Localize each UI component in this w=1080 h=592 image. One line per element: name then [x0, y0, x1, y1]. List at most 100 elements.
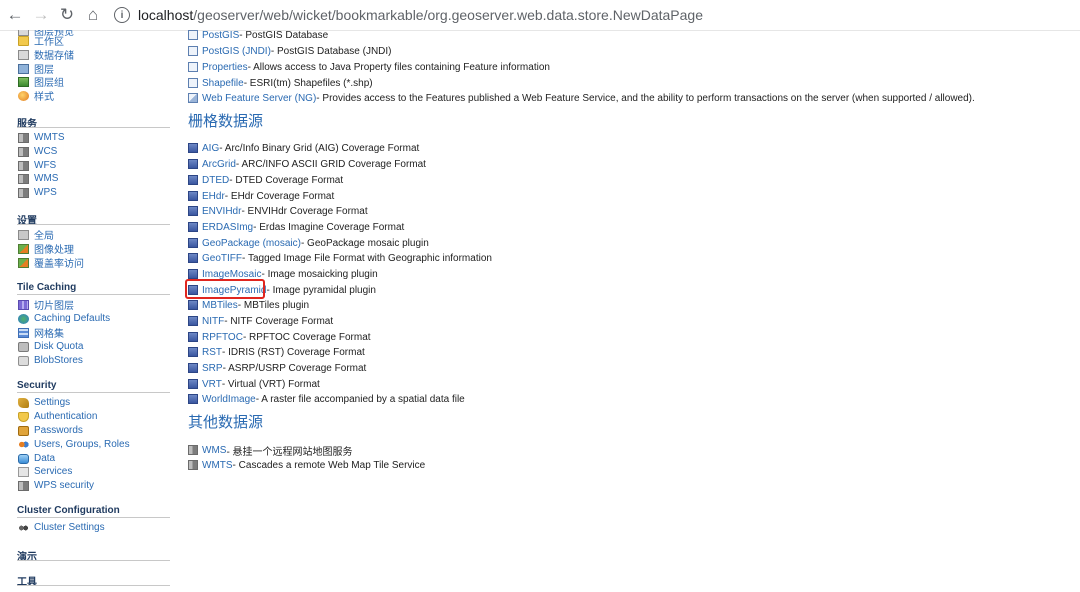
store-link-wmts[interactable]: WMTS	[202, 460, 233, 471]
list-item: EHdr - EHdr Coverage Format	[188, 189, 334, 203]
sidebar-item-stores[interactable]: 数据存储	[18, 48, 74, 62]
users-icon	[18, 439, 29, 450]
browser-toolbar: ← → ↻ ⌂ i localhost/geoserver/web/wicket…	[0, 0, 1080, 31]
store-link-aig[interactable]: AIG	[202, 143, 219, 154]
sidebar-item-image-processing[interactable]: 图像处理	[18, 242, 74, 256]
sidebar-item-tile-layers[interactable]: 切片图层	[18, 298, 74, 312]
data-security-icon	[18, 453, 29, 464]
raster-store-icon	[188, 394, 198, 404]
sidebar-item-workspaces[interactable]: 工作区	[18, 34, 64, 48]
store-icon	[18, 49, 29, 60]
url-path: /geoserver/web/wicket/bookmarkable/org.g…	[193, 7, 703, 23]
list-item: Shapefile - ESRI(tm) Shapefiles (*.shp)	[188, 76, 373, 90]
sidebar-item-wcs[interactable]: WCS	[18, 145, 57, 158]
store-link-ehdr[interactable]: EHdr	[202, 191, 225, 202]
sidebar-item-blobstores[interactable]: BlobStores	[18, 354, 83, 367]
list-item: ArcGrid - ARC/INFO ASCII GRID Coverage F…	[188, 157, 426, 171]
store-link-rst[interactable]: RST	[202, 347, 222, 358]
vector-store-icon	[188, 46, 198, 56]
store-link-imagemosaic[interactable]: ImageMosaic	[202, 269, 261, 280]
site-info-icon[interactable]: i	[114, 7, 130, 23]
store-link-srp[interactable]: SRP	[202, 363, 223, 374]
blobstore-icon	[18, 355, 29, 366]
vector-store-icon	[188, 78, 198, 88]
store-link-nitf[interactable]: NITF	[202, 316, 224, 327]
sidebar-item-wms[interactable]: WMS	[18, 172, 58, 185]
sidebar-item-security-settings[interactable]: Settings	[18, 396, 70, 409]
raster-store-icon	[188, 191, 198, 201]
sidebar-item-layer-groups[interactable]: 图层组	[18, 75, 64, 89]
list-item: Properties - Allows access to Java Prope…	[188, 60, 550, 74]
sidebar-item-authentication[interactable]: Authentication	[18, 410, 97, 423]
security-section-title: Security	[17, 380, 57, 391]
sidebar-item-data-security[interactable]: Data	[18, 452, 55, 465]
cluster-icon	[18, 522, 29, 533]
back-arrow-icon[interactable]: ←	[4, 4, 26, 26]
reload-icon[interactable]: ↻	[56, 4, 78, 26]
divider	[17, 560, 170, 561]
shield-icon	[18, 411, 29, 422]
store-link-properties[interactable]: Properties	[202, 62, 248, 73]
store-link-shapefile[interactable]: Shapefile	[202, 78, 244, 89]
divider	[17, 224, 170, 225]
store-link-wfs-ng[interactable]: Web Feature Server (NG)	[202, 93, 316, 104]
sidebar-item-services-security[interactable]: Services	[18, 465, 72, 478]
store-link-wms[interactable]: WMS	[202, 445, 226, 456]
folder-icon	[18, 35, 29, 46]
address-bar[interactable]: i localhost/geoserver/web/wicket/bookmar…	[114, 7, 703, 23]
service-icon	[18, 146, 29, 157]
store-link-vrt[interactable]: VRT	[202, 379, 222, 390]
store-link-geopackage-mosaic[interactable]: GeoPackage (mosaic)	[202, 238, 301, 249]
wps-security-icon	[18, 480, 29, 491]
divider	[17, 392, 170, 393]
store-link-rpftoc[interactable]: RPFTOC	[202, 332, 243, 343]
list-item: MBTiles - MBTiles plugin	[188, 298, 309, 312]
layer-icon	[18, 63, 29, 74]
sidebar-item-wps[interactable]: WPS	[18, 186, 57, 199]
key-icon	[18, 397, 29, 408]
store-link-dted[interactable]: DTED	[202, 175, 229, 186]
raster-store-icon	[188, 206, 198, 216]
list-item: GeoTIFF - Tagged Image File Format with …	[188, 251, 492, 265]
sidebar-item-cluster-settings[interactable]: Cluster Settings	[18, 521, 105, 534]
list-item: NITF - NITF Coverage Format	[188, 314, 333, 328]
home-icon[interactable]: ⌂	[82, 4, 104, 26]
store-link-worldimage[interactable]: WorldImage	[202, 394, 256, 405]
url-host: localhost	[138, 7, 194, 23]
store-link-mbtiles[interactable]: MBTiles	[202, 300, 238, 311]
store-link-postgis[interactable]: PostGIS	[202, 30, 239, 41]
list-item: ENVIHdr - ENVIHdr Coverage Format	[188, 204, 368, 218]
sidebar-item-wps-security[interactable]: WPS security	[18, 479, 94, 492]
raster-store-icon	[188, 347, 198, 357]
store-link-envihdr[interactable]: ENVIHdr	[202, 206, 241, 217]
service-icon	[18, 173, 29, 184]
tile-layers-icon	[18, 299, 29, 310]
sidebar-item-styles[interactable]: 样式	[18, 89, 54, 103]
coverage-access-icon	[18, 257, 29, 268]
store-link-postgis-jndi[interactable]: PostGIS (JNDI)	[202, 46, 271, 57]
sidebar-item-caching-defaults[interactable]: Caching Defaults	[18, 312, 110, 325]
sidebar-item-users-groups-roles[interactable]: Users, Groups, Roles	[18, 438, 130, 451]
sidebar-item-passwords[interactable]: Passwords	[18, 424, 83, 437]
globe-icon	[18, 313, 29, 324]
list-item: WMTS - Cascades a remote Web Map Tile Se…	[188, 458, 425, 472]
sidebar-item-global[interactable]: 全局	[18, 228, 54, 242]
gridset-icon	[18, 327, 29, 338]
raster-store-icon	[188, 379, 198, 389]
sidebar-item-wfs[interactable]: WFS	[18, 159, 56, 172]
raster-sources-title: 栅格数据源	[188, 112, 264, 130]
list-item: RST - IDRIS (RST) Coverage Format	[188, 345, 365, 359]
forward-arrow-icon[interactable]: →	[30, 4, 52, 26]
list-item: PostGIS (JNDI) - PostGIS Database (JNDI)	[188, 44, 392, 58]
raster-store-icon	[188, 253, 198, 263]
sidebar-item-wmts[interactable]: WMTS	[18, 131, 65, 144]
sidebar-item-gridsets[interactable]: 网格集	[18, 326, 64, 340]
store-link-arcgrid[interactable]: ArcGrid	[202, 159, 236, 170]
sidebar-item-coverage-access[interactable]: 覆盖率访问	[18, 256, 84, 270]
sidebar-item-disk-quota[interactable]: Disk Quota	[18, 340, 83, 353]
store-link-geotiff[interactable]: GeoTIFF	[202, 253, 242, 264]
store-link-erdasimg[interactable]: ERDASImg	[202, 222, 253, 233]
tile-caching-section-title: Tile Caching	[17, 282, 77, 293]
raster-store-icon	[188, 269, 198, 279]
wfs-store-icon	[188, 93, 198, 103]
